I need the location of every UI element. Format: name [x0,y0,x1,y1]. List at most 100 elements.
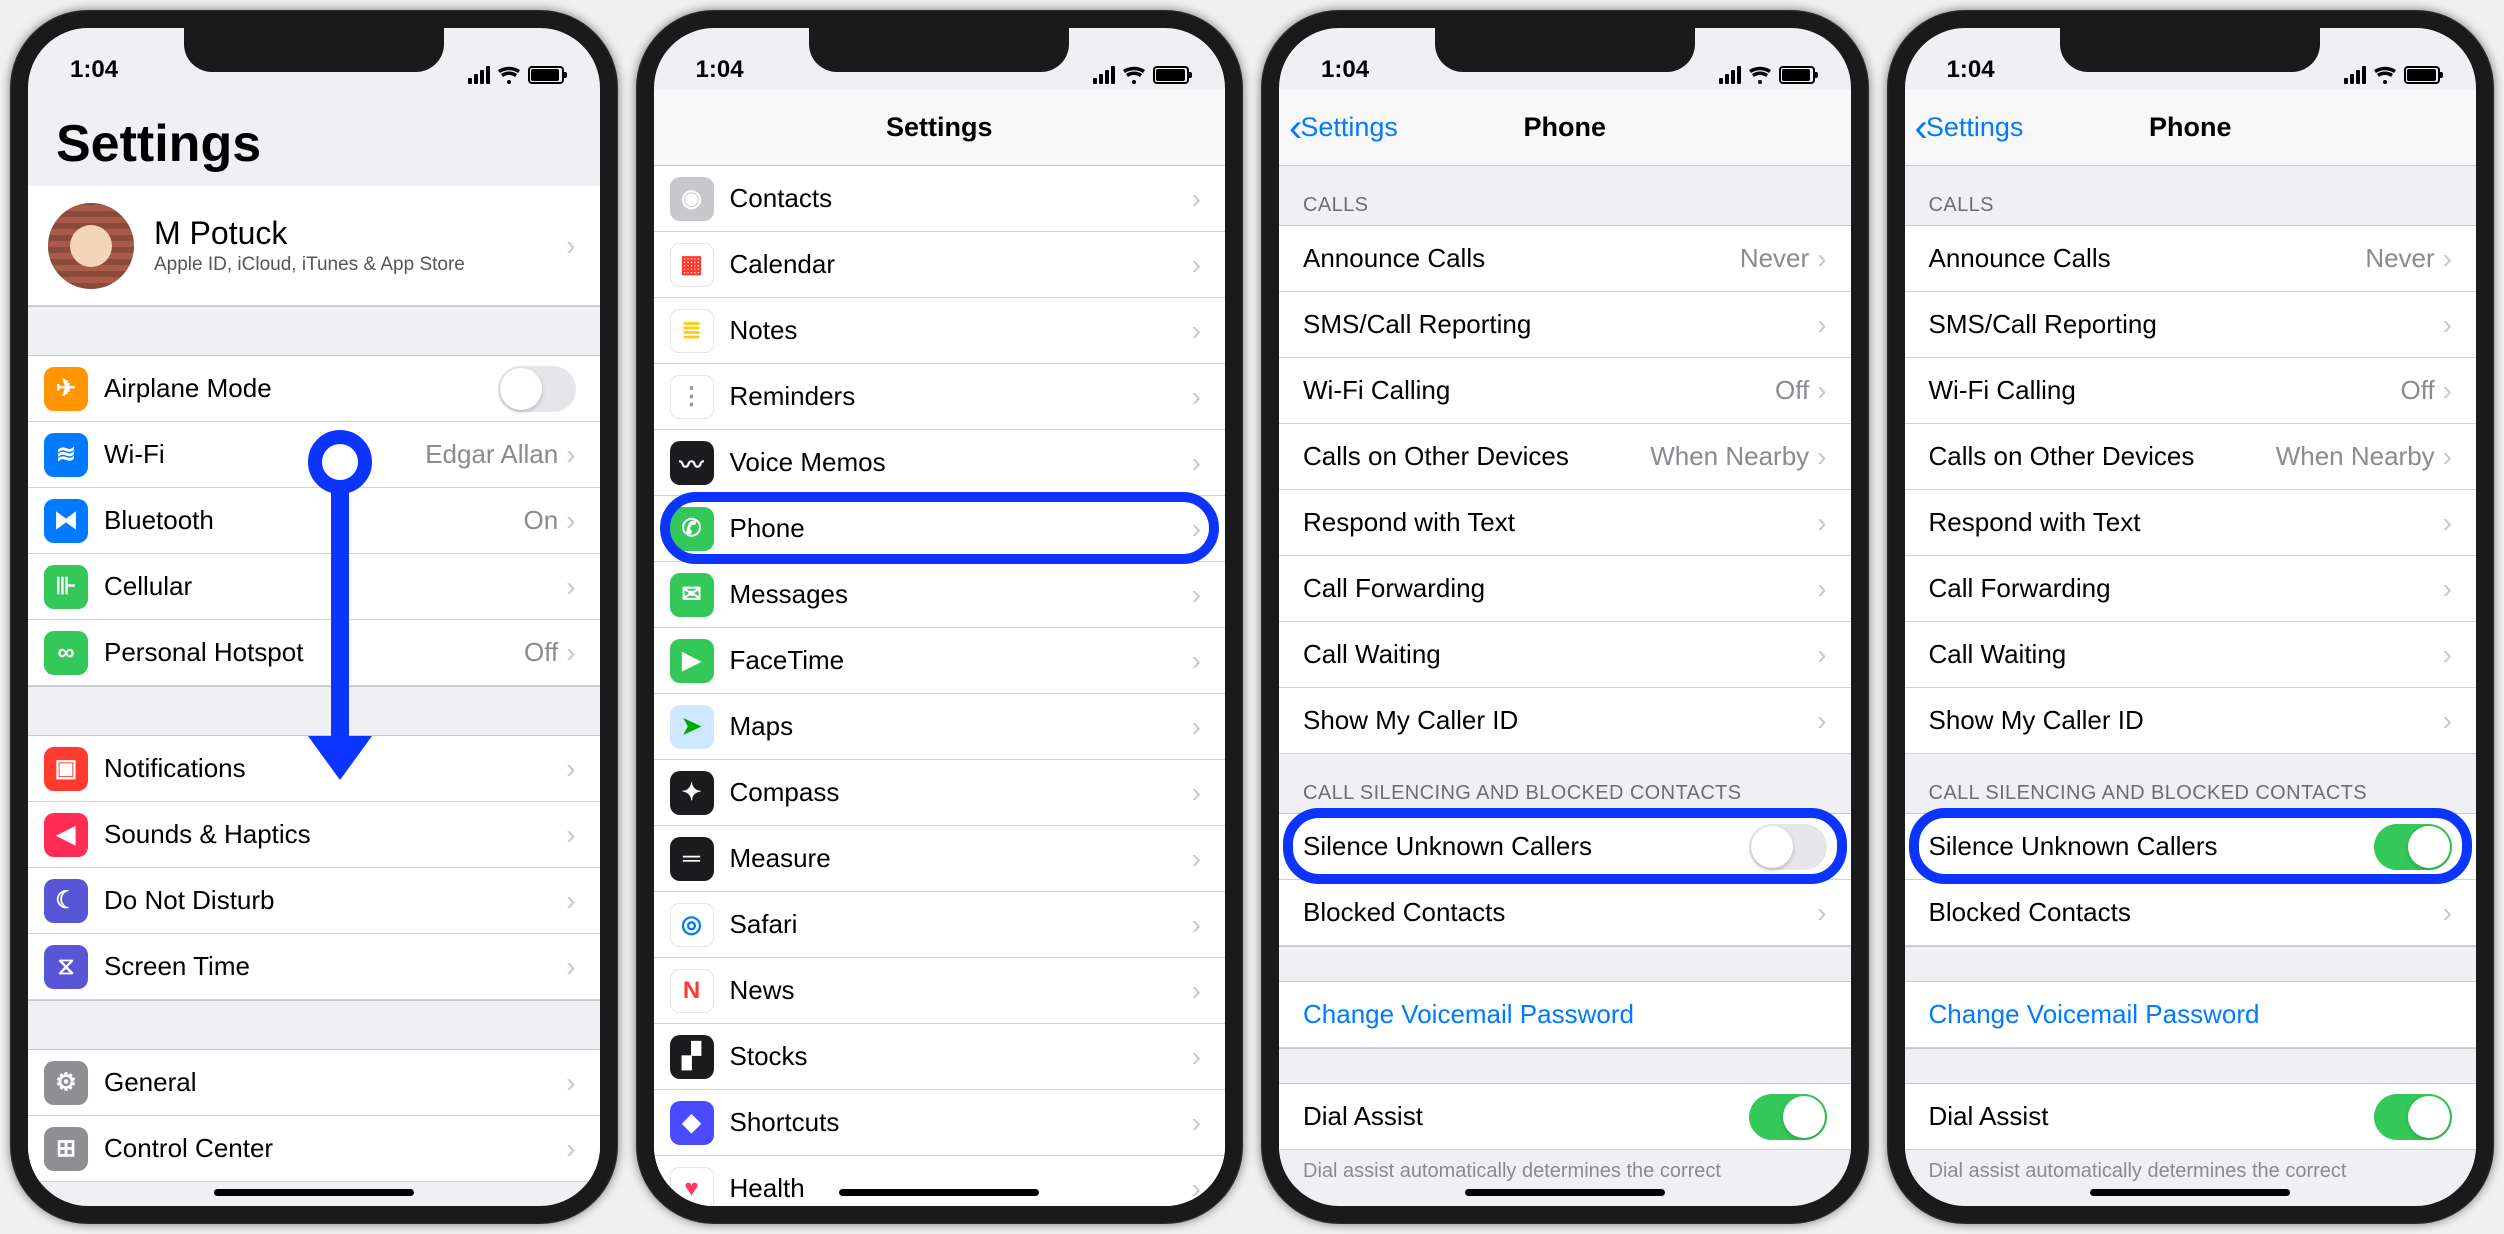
apple-id-row[interactable]: M Potuck Apple ID, iCloud, iTunes & App … [28,186,600,306]
chevron-right-icon: › [2443,309,2452,341]
row-show-my-caller-id[interactable]: Show My Caller ID › [1905,688,2477,754]
clock: 1:04 [1947,56,1995,84]
row-sounds-haptics[interactable]: ◀ Sounds & Haptics› [28,802,600,868]
row-bluetooth[interactable]: ⧓ BluetoothOn› [28,488,600,554]
row-dial-assist[interactable]: Dial Assist [1279,1084,1851,1150]
row-call-forwarding[interactable]: Call Forwarding › [1905,556,2477,622]
row-calls-on-other-devices[interactable]: Calls on Other Devices When Nearby › [1279,424,1851,490]
chevron-right-icon: › [1192,183,1201,215]
row-call-waiting[interactable]: Call Waiting › [1905,622,2477,688]
row-calls-on-other-devices[interactable]: Calls on Other Devices When Nearby › [1905,424,2477,490]
row-phone[interactable]: ✆ Phone› [654,496,1226,562]
row-wi-fi[interactable]: ≋ Wi-FiEdgar Allan› [28,422,600,488]
row-sms-call-reporting[interactable]: SMS/Call Reporting › [1279,292,1851,358]
row-voice-memos[interactable]: 〰 Voice Memos› [654,430,1226,496]
row-label: Screen Time [104,951,566,982]
row-measure[interactable]: ═ Measure› [654,826,1226,892]
row-call-forwarding[interactable]: Call Forwarding › [1279,556,1851,622]
row-messages[interactable]: ✉ Messages› [654,562,1226,628]
measure-icon: ═ [670,837,714,881]
row-control-center[interactable]: ⊞ Control Center› [28,1116,600,1182]
row-silence-unknown-callers[interactable]: Silence Unknown Callers [1905,814,2477,880]
row-announce-calls[interactable]: Announce Calls Never › [1905,226,2477,292]
health-icon: ♥ [670,1167,714,1207]
row-news[interactable]: N News› [654,958,1226,1024]
row-maps[interactable]: ➤ Maps› [654,694,1226,760]
phone-3: 1:04 ‹Settings Phone CALLS Announce Call… [1261,10,1869,1224]
back-button[interactable]: ‹Settings [1289,90,1398,165]
row-value: When Nearby [1650,441,1809,472]
row-calendar[interactable]: ▦ Calendar› [654,232,1226,298]
row-label: Show My Caller ID [1929,705,2443,736]
row-do-not-disturb[interactable]: ☾ Do Not Disturb› [28,868,600,934]
row-change-voicemail-password[interactable]: Change Voicemail Password [1279,982,1851,1048]
row-screen-time[interactable]: ⧖ Screen Time› [28,934,600,1000]
general-icon: ⚙ [44,1061,88,1105]
row-general[interactable]: ⚙ General› [28,1050,600,1116]
row-respond-with-text[interactable]: Respond with Text › [1905,490,2477,556]
screen-time-icon: ⧖ [44,945,88,989]
dial-assist-footer: Dial assist automatically determines the… [1279,1150,1851,1187]
row-call-waiting[interactable]: Call Waiting › [1279,622,1851,688]
battery-icon [2404,66,2440,84]
row-safari[interactable]: ◎ Safari› [654,892,1226,958]
chevron-right-icon: › [1817,639,1826,671]
home-indicator[interactable] [214,1189,414,1196]
row-show-my-caller-id[interactable]: Show My Caller ID › [1279,688,1851,754]
notch [1435,28,1695,72]
row-dial-assist[interactable]: Dial Assist [1905,1084,2477,1150]
row-personal-hotspot[interactable]: ∞ Personal HotspotOff› [28,620,600,686]
row-stocks[interactable]: ▞ Stocks› [654,1024,1226,1090]
row-label: Wi-Fi [104,439,425,470]
row-change-voicemail-password[interactable]: Change Voicemail Password [1905,982,2477,1048]
home-indicator[interactable] [2090,1189,2290,1196]
row-sms-call-reporting[interactable]: SMS/Call Reporting › [1905,292,2477,358]
silence-unknown-callers-toggle[interactable] [1749,824,1827,870]
row-wi-fi-calling[interactable]: Wi-Fi Calling Off › [1905,358,2477,424]
row-reminders[interactable]: ⋮ Reminders› [654,364,1226,430]
home-indicator[interactable] [839,1189,1039,1196]
airplane-mode-toggle[interactable] [498,366,576,412]
chevron-right-icon: › [2443,375,2452,407]
home-indicator[interactable] [1465,1189,1665,1196]
wi-fi-icon: ≋ [44,433,88,477]
row-respond-with-text[interactable]: Respond with Text › [1279,490,1851,556]
chevron-right-icon: › [1817,243,1826,275]
notch [184,28,444,72]
dial-assist-toggle[interactable] [1749,1094,1827,1140]
section-header-silencing: CALL SILENCING AND BLOCKED CONTACTS [1905,754,2477,814]
chevron-right-icon: › [1817,309,1826,341]
battery-icon [528,66,564,84]
row-blocked-contacts[interactable]: Blocked Contacts › [1279,880,1851,946]
facetime-icon: ▶ [670,639,714,683]
row-value: Never [1740,243,1809,274]
row-label: Wi-Fi Calling [1303,375,1775,406]
row-wi-fi-calling[interactable]: Wi-Fi Calling Off › [1279,358,1851,424]
notch [2060,28,2320,72]
chevron-right-icon: › [2443,573,2452,605]
row-compass[interactable]: ✦ Compass› [654,760,1226,826]
row-label: Silence Unknown Callers [1303,831,1749,862]
chevron-right-icon: › [1192,909,1201,941]
row-notes[interactable]: ≣ Notes› [654,298,1226,364]
back-button[interactable]: ‹Settings [1915,90,2024,165]
back-label: Settings [1926,112,2024,143]
chevron-right-icon: › [566,819,575,851]
row-contacts[interactable]: ◉ Contacts› [654,166,1226,232]
row-label: Call Waiting [1929,639,2443,670]
section-header-calls: CALLS [1279,166,1851,226]
row-value: When Nearby [2276,441,2435,472]
silence-unknown-callers-toggle[interactable] [2374,824,2452,870]
dial-assist-toggle[interactable] [2374,1094,2452,1140]
row-airplane-mode[interactable]: ✈ Airplane Mode [28,356,600,422]
row-health[interactable]: ♥ Health› [654,1156,1226,1206]
row-blocked-contacts[interactable]: Blocked Contacts › [1905,880,2477,946]
row-shortcuts[interactable]: ◆ Shortcuts› [654,1090,1226,1156]
row-label: Announce Calls [1303,243,1740,274]
row-facetime[interactable]: ▶ FaceTime› [654,628,1226,694]
chevron-right-icon: › [1817,573,1826,605]
row-announce-calls[interactable]: Announce Calls Never › [1279,226,1851,292]
row-notifications[interactable]: ▣ Notifications› [28,736,600,802]
row-cellular[interactable]: ⊪ Cellular› [28,554,600,620]
row-silence-unknown-callers[interactable]: Silence Unknown Callers [1279,814,1851,880]
